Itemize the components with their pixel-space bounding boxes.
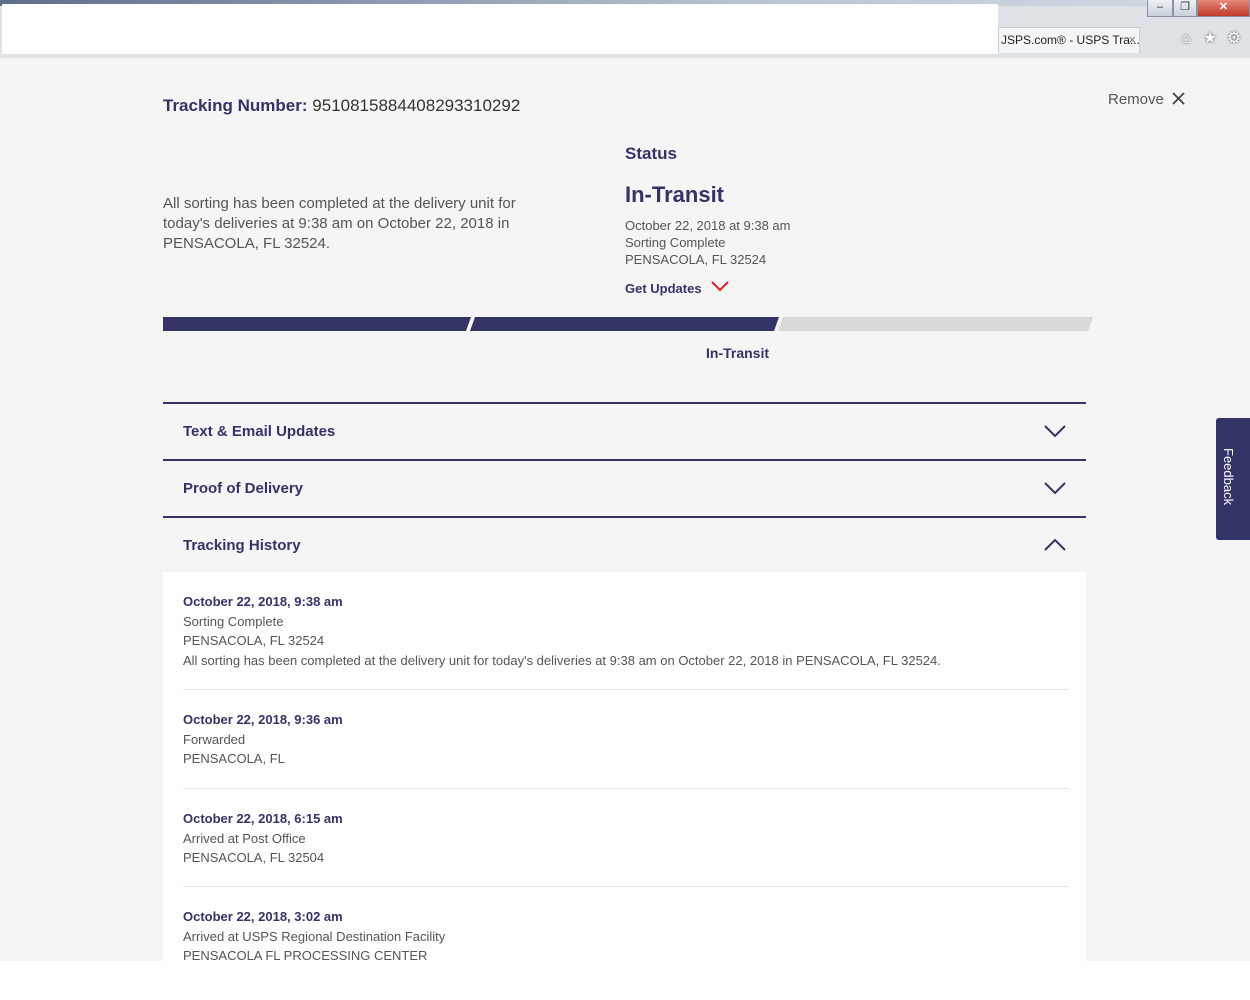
remove-label: Remove bbox=[1108, 91, 1164, 108]
tracking-history-list: October 22, 2018, 9:38 am Sorting Comple… bbox=[163, 572, 1086, 961]
event-status: Arrived at Post Office bbox=[183, 830, 306, 846]
minimize-icon[interactable]: – bbox=[1147, 0, 1173, 17]
home-icon[interactable]: ⌂ bbox=[1176, 29, 1196, 49]
status-event: Sorting Complete bbox=[625, 235, 726, 250]
browser-chrome: JSPS.com® - USPS Tra... × ⌂ ★ ⚙ – ❐ ✕ bbox=[0, 0, 1250, 58]
chevron-down-icon bbox=[711, 280, 729, 295]
event-detail: All sorting has been completed at the de… bbox=[183, 652, 941, 668]
browser-tab[interactable]: JSPS.com® - USPS Tra... × bbox=[998, 27, 1140, 53]
list-item: October 22, 2018, 3:02 am Arrived at USP… bbox=[183, 907, 1069, 961]
tracking-page: Tracking Number: 9510815884408293310292 … bbox=[0, 58, 1250, 961]
list-item: October 22, 2018, 9:38 am Sorting Comple… bbox=[183, 592, 1069, 670]
accordion-proof-of-delivery[interactable]: Proof of Delivery bbox=[163, 459, 1086, 515]
event-date: October 22, 2018, 9:36 am bbox=[183, 712, 343, 727]
delivery-summary: All sorting has been completed at the de… bbox=[163, 195, 516, 252]
chevron-up-icon bbox=[1044, 538, 1066, 552]
event-date: October 22, 2018, 6:15 am bbox=[183, 811, 343, 826]
close-icon bbox=[1172, 89, 1185, 110]
close-window-icon[interactable]: ✕ bbox=[1197, 0, 1250, 17]
settings-gear-icon[interactable]: ⚙ bbox=[1224, 29, 1244, 49]
tab-title: JSPS.com® - USPS Tra... bbox=[1001, 33, 1140, 47]
progress-segment-1 bbox=[163, 317, 471, 331]
tracking-number-label: Tracking Number: bbox=[163, 96, 308, 115]
window-controls: – ❐ ✕ bbox=[1147, 0, 1250, 18]
event-date: October 22, 2018, 3:02 am bbox=[183, 909, 343, 924]
progress-label: In-Transit bbox=[706, 345, 770, 361]
status-datetime: October 22, 2018 at 9:38 am bbox=[625, 218, 791, 233]
event-date: October 22, 2018, 9:38 am bbox=[183, 594, 343, 609]
event-status: Sorting Complete bbox=[183, 613, 284, 629]
feedback-tab[interactable]: Feedback bbox=[1216, 418, 1250, 540]
list-item: October 22, 2018, 9:36 am Forwarded PENS… bbox=[183, 710, 1069, 769]
get-updates-label: Get Updates bbox=[625, 281, 702, 296]
chevron-down-icon bbox=[1044, 481, 1066, 495]
chevron-down-icon bbox=[1044, 424, 1066, 438]
accordion-text-email-updates[interactable]: Text & Email Updates bbox=[163, 402, 1086, 458]
event-location: PENSACOLA, FL 32524 bbox=[183, 633, 325, 648]
divider bbox=[183, 689, 1069, 690]
event-location: PENSACOLA FL PROCESSING CENTER bbox=[183, 948, 428, 961]
accordion-title: Tracking History bbox=[183, 537, 301, 554]
event-location: PENSACOLA, FL bbox=[183, 751, 285, 766]
progress-segment-3 bbox=[778, 317, 1093, 331]
tracking-number: Tracking Number: 9510815884408293310292 bbox=[163, 96, 520, 116]
restore-icon[interactable]: ❐ bbox=[1173, 0, 1197, 17]
accordion-title: Text & Email Updates bbox=[183, 423, 336, 440]
favorites-star-icon[interactable]: ★ bbox=[1200, 29, 1220, 49]
status-value: In-Transit bbox=[625, 182, 725, 207]
progress-segment-2 bbox=[470, 317, 779, 331]
browser-toolbar: ⌂ ★ ⚙ bbox=[1172, 29, 1248, 49]
feedback-label: Feedback bbox=[1221, 448, 1236, 506]
event-status: Forwarded bbox=[183, 731, 246, 747]
status-location: PENSACOLA, FL 32524 bbox=[625, 252, 767, 267]
remove-button[interactable]: Remove bbox=[1108, 89, 1185, 110]
bottom-strip bbox=[0, 961, 1250, 1000]
tab-close-icon[interactable]: × bbox=[1128, 28, 1136, 52]
list-item: October 22, 2018, 6:15 am Arrived at Pos… bbox=[183, 809, 1069, 868]
status-heading: Status bbox=[625, 144, 677, 163]
event-location: PENSACOLA, FL 32504 bbox=[183, 850, 325, 865]
divider bbox=[183, 788, 1069, 789]
get-updates-link[interactable]: Get Updates bbox=[625, 280, 729, 296]
divider bbox=[183, 886, 1069, 887]
progress-bar bbox=[163, 317, 1093, 331]
accordion-tracking-history[interactable]: Tracking History bbox=[163, 516, 1086, 572]
accordion-title: Proof of Delivery bbox=[183, 480, 304, 497]
address-area[interactable] bbox=[2, 4, 998, 54]
event-status: Arrived at USPS Regional Destination Fac… bbox=[183, 928, 446, 944]
tracking-number-value: 9510815884408293310292 bbox=[312, 96, 521, 115]
